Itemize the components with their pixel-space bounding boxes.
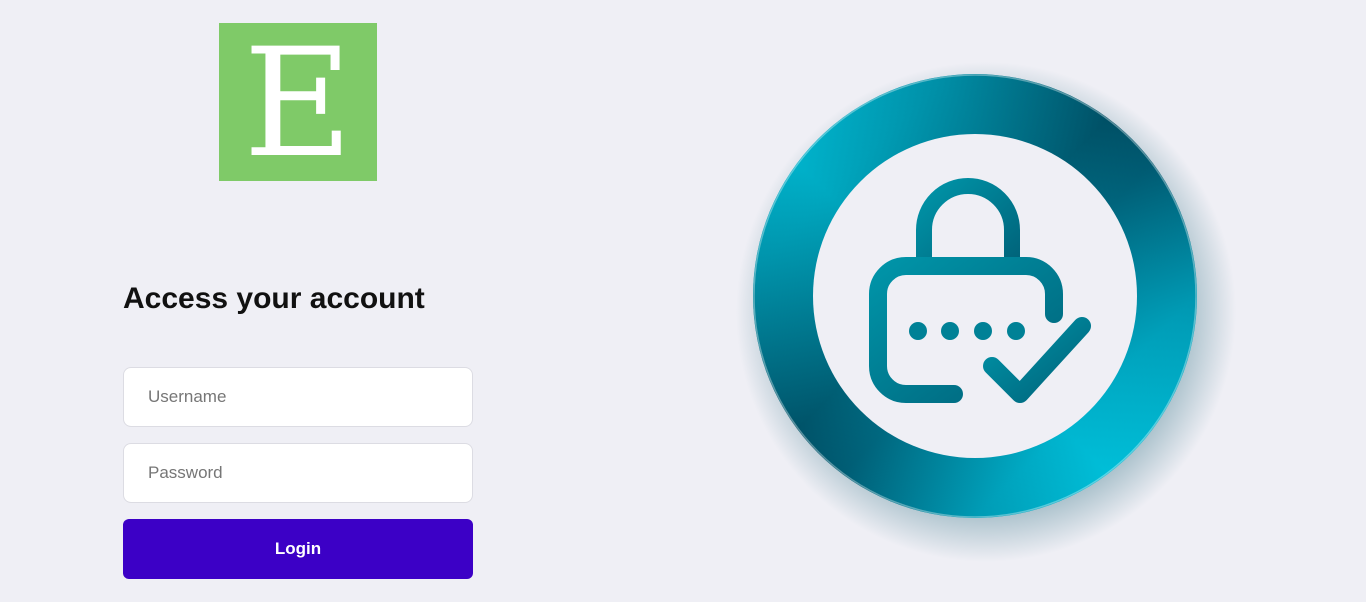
username-input[interactable] (123, 367, 473, 427)
logo-letter: E (243, 17, 353, 191)
login-page: E Access your account Login (0, 0, 1366, 602)
password-input[interactable] (123, 443, 473, 503)
page-title: Access your account (123, 282, 425, 315)
security-illustration (736, 62, 1236, 562)
login-button[interactable]: Login (123, 519, 473, 579)
brand-logo: E (219, 23, 377, 181)
